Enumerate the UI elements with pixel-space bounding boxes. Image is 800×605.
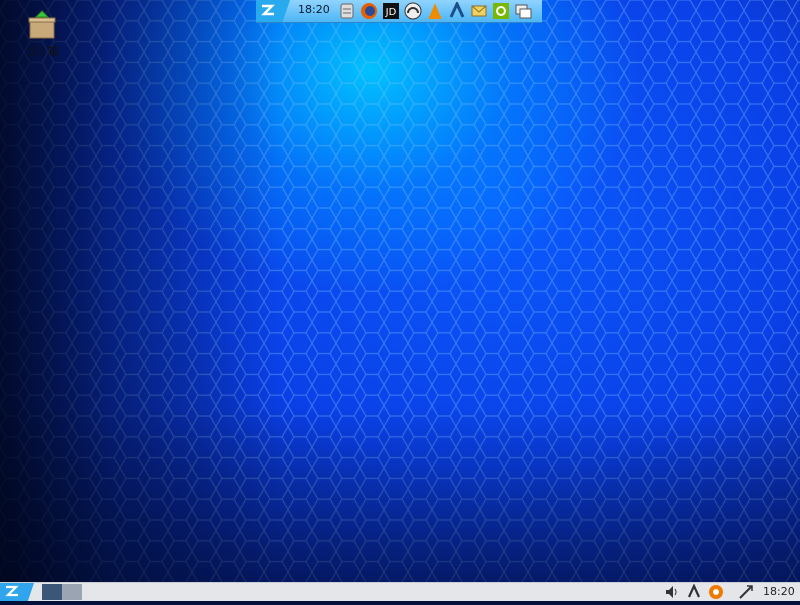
bottom-panel: 18:20 xyxy=(0,582,800,601)
headphones-icon[interactable] xyxy=(404,2,422,20)
zorin-start-button[interactable] xyxy=(0,583,34,601)
archive-icon[interactable] xyxy=(338,2,356,20)
firefox-icon[interactable] xyxy=(360,2,378,20)
desktop-wallpaper: ゴミ箱 xyxy=(0,0,800,582)
top-dock: 18:20 JD xyxy=(256,0,542,23)
trash-icon xyxy=(28,10,56,39)
zorin-menu-button[interactable] xyxy=(256,0,290,22)
workspace-1[interactable] xyxy=(42,584,62,600)
desktop-icon-label: ゴミ箱 xyxy=(25,45,59,58)
zorin-menu-icon xyxy=(5,585,19,597)
volume-icon[interactable] xyxy=(664,584,680,600)
jd-icon[interactable]: JD xyxy=(382,2,400,20)
steam-icon[interactable] xyxy=(448,2,466,20)
panel-clock: 18:20 xyxy=(763,585,795,598)
network-icon[interactable] xyxy=(738,584,754,600)
zorin-menu-icon xyxy=(261,4,275,16)
updates-icon[interactable] xyxy=(708,584,724,600)
nvidia-icon[interactable] xyxy=(492,2,510,20)
svg-text:JD: JD xyxy=(385,7,397,18)
steam-icon[interactable] xyxy=(686,584,702,600)
dock-clock: 18:20 xyxy=(298,3,330,16)
desktop-icon-trash[interactable]: ゴミ箱 xyxy=(20,8,64,59)
mail-icon[interactable] xyxy=(470,2,488,20)
vlc-icon[interactable] xyxy=(426,2,444,20)
window-icon[interactable] xyxy=(514,2,532,20)
workspace-2[interactable] xyxy=(62,584,82,600)
hex-pattern xyxy=(0,0,800,582)
